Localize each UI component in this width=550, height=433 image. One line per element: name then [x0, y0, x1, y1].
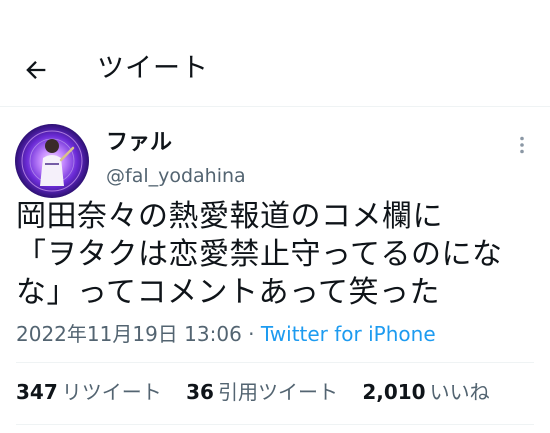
meta-separator: ·: [248, 322, 255, 346]
avatar[interactable]: [15, 124, 89, 198]
tweet-source-link[interactable]: Twitter for iPhone: [261, 322, 436, 346]
arrow-left-icon: [26, 61, 46, 79]
likes-label: いいね: [429, 380, 490, 404]
more-options-button[interactable]: [510, 133, 534, 157]
tweet-stats: 347 リツイート 36 引用ツイート 2,010 いいね: [16, 377, 508, 407]
tweet-text-line: 岡田奈々の熱愛報道のコメ欄に: [16, 199, 443, 234]
author-display-name[interactable]: ファル: [106, 128, 172, 158]
author-handle[interactable]: @fal_yodahina: [106, 163, 246, 189]
tweet-meta: 2022年11月19日 13:06 · Twitter for iPhone: [16, 320, 436, 348]
back-button[interactable]: [18, 52, 54, 88]
likes-stat[interactable]: 2,010 いいね: [362, 377, 489, 407]
retweets-stat[interactable]: 347 リツイート: [16, 377, 162, 407]
divider: [16, 424, 534, 425]
retweets-count: 347: [16, 380, 58, 404]
quotes-label: 引用ツイート: [217, 380, 338, 404]
top-bar: ツイート: [0, 0, 550, 107]
tweet-text-line: 「ヲタクは恋愛禁止守ってるのにな: [16, 237, 503, 272]
retweets-label: リツイート: [61, 380, 162, 404]
more-vertical-icon: [520, 136, 524, 154]
likes-count: 2,010: [362, 380, 426, 404]
page-title: ツイート: [97, 53, 209, 84]
quotes-stat[interactable]: 36 引用ツイート: [186, 377, 338, 407]
tweet-text: 岡田奈々の熱愛報道のコメ欄に 「ヲタクは恋愛禁止守ってるのにな な」ってコメント…: [16, 198, 536, 312]
tweet-text-line: な」ってコメントあって笑った: [16, 275, 440, 310]
divider: [16, 362, 534, 363]
quotes-count: 36: [186, 380, 214, 404]
tweet-timestamp[interactable]: 2022年11月19日 13:06: [16, 322, 242, 346]
avatar-image: [21, 130, 83, 192]
